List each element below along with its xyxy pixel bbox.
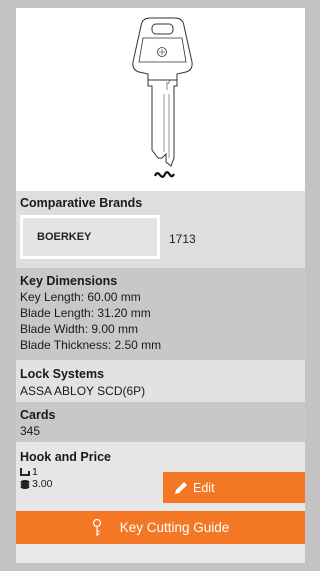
price-value: 3.00 bbox=[32, 478, 53, 490]
key-icon bbox=[92, 518, 101, 536]
pencil-icon bbox=[175, 481, 187, 494]
brand-number: 1713 bbox=[169, 232, 196, 246]
section-title: Hook and Price bbox=[20, 450, 111, 464]
blade-length: Blade Length: 31.20 mm bbox=[20, 306, 151, 320]
section-title: Cards bbox=[20, 408, 56, 422]
cards-value: 345 bbox=[20, 424, 41, 438]
section-title: Comparative Brands bbox=[20, 196, 143, 210]
key-detail-card: Comparative Brands BOERKEY 1713 Key Dime… bbox=[16, 8, 305, 563]
key-cutting-guide-button[interactable]: Key Cutting Guide bbox=[16, 511, 305, 544]
brand-card[interactable]: BOERKEY bbox=[20, 215, 160, 259]
section-title: Lock Systems bbox=[20, 367, 105, 381]
key-dimensions-section: Key Dimensions Key Length: 60.00 mm Blad… bbox=[16, 268, 305, 360]
edit-button-label: Edit bbox=[193, 480, 215, 495]
hook-icon bbox=[20, 468, 30, 476]
blade-thickness: Blade Thickness: 2.50 mm bbox=[20, 338, 162, 352]
lock-systems-section: Lock Systems ASSA ABLOY SCD(6P) bbox=[16, 360, 305, 402]
comparative-brands-section: Comparative Brands BOERKEY 1713 bbox=[16, 191, 305, 268]
hook-and-price-section: Hook and Price 1 3.00 Edit bbox=[16, 442, 305, 506]
key-illustration bbox=[132, 17, 193, 178]
cards-section: Cards 345 bbox=[16, 402, 305, 442]
hook-value: 1 bbox=[32, 466, 38, 478]
lock-system-value: ASSA ABLOY SCD(6P) bbox=[20, 384, 146, 398]
edit-button[interactable]: Edit bbox=[163, 472, 305, 503]
key-cutting-guide-label: Key Cutting Guide bbox=[119, 520, 230, 535]
coins-icon bbox=[20, 480, 30, 489]
blade-width: Blade Width: 9.00 mm bbox=[20, 322, 139, 336]
hook-row: 1 bbox=[20, 466, 38, 478]
section-title: Key Dimensions bbox=[20, 274, 118, 288]
key-image bbox=[16, 8, 305, 191]
price-row: 3.00 bbox=[20, 478, 52, 490]
brand-name: BOERKEY bbox=[37, 231, 92, 243]
key-length: Key Length: 60.00 mm bbox=[20, 290, 141, 304]
